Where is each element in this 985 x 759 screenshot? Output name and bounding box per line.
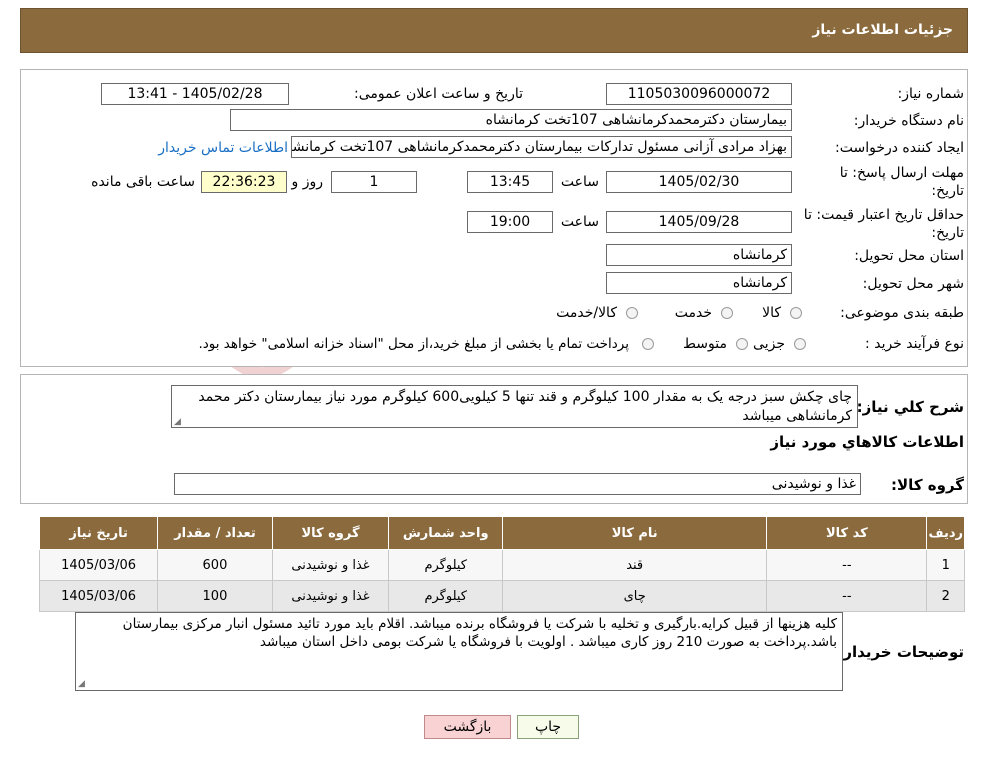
page-header: جزئیات اطلاعات نیاز <box>20 8 968 53</box>
remaining-label: ساعت باقی مانده <box>91 174 195 190</box>
category-goods-label: کالا <box>762 305 781 321</box>
col-row-number: ردیف <box>926 516 965 550</box>
province-field: کرمانشاه <box>606 244 792 266</box>
deadline-label-line1: مهلت ارسال پاسخ: تا <box>839 165 964 181</box>
cell-item-name: قند <box>502 549 768 581</box>
need-number-label: شماره نیاز: <box>897 86 965 102</box>
cell-unit: کیلوگرم <box>388 580 504 612</box>
cell-need-date: 1405/03/06 <box>38 549 159 581</box>
remaining-time-field: 22:36:23 <box>201 171 287 193</box>
summary-resize-grip[interactable]: ◢ <box>174 418 182 427</box>
col-item-name: نام کالا <box>502 516 768 550</box>
purchase-type-label: نوع فرآیند خرید : <box>865 336 964 352</box>
cell-item-code: -- <box>766 549 928 581</box>
cell-need-date: 1405/03/06 <box>38 580 159 612</box>
col-group: گروه کالا <box>271 516 390 550</box>
province-label: استان محل تحویل: <box>854 248 964 264</box>
goods-group-field: غذا و نوشیدنی <box>174 473 861 495</box>
cell-unit: کیلوگرم <box>388 549 504 581</box>
purchase-partial-label: جزیی <box>753 336 785 352</box>
purchase-note: پرداخت تمام یا بخشی از مبلغ خرید،از محل … <box>198 336 629 352</box>
deadline-label-line2: تاریخ: <box>931 183 964 199</box>
days-label: روز و <box>291 174 324 190</box>
purchase-medium-radio[interactable] <box>736 338 748 350</box>
category-goods-service-label: کالا/خدمت <box>556 305 617 321</box>
category-goods-service-radio[interactable] <box>626 307 638 319</box>
cell-item-code: -- <box>766 580 928 612</box>
need-number-field: 1105030096000072 <box>606 83 792 105</box>
items-table: ردیف کد کالا نام کالا واحد شمارش گروه کا… <box>38 516 965 612</box>
deadline-time-label: ساعت <box>560 174 599 190</box>
cell-group: غذا و نوشیدنی <box>271 580 390 612</box>
summary-label: شرح کلي نياز: <box>856 398 964 416</box>
purchase-medium-label: متوسط <box>683 336 727 352</box>
purchase-treasury-radio[interactable] <box>642 338 654 350</box>
announce-date-label: تاریخ و ساعت اعلان عمومی: <box>354 86 523 102</box>
creator-label: ایجاد کننده درخواست: <box>835 140 964 156</box>
table-row: 1 -- قند کیلوگرم غذا و نوشیدنی 600 1405/… <box>38 549 965 581</box>
page-title: جزئیات اطلاعات نیاز <box>812 22 953 38</box>
summary-text: چای چکش سبز درجه یک به مقدار 100 کیلوگرم… <box>171 385 858 428</box>
category-label: طبقه بندی موضوعی: <box>840 305 964 321</box>
cell-item-name: چای <box>502 580 768 612</box>
buyer-org-label: نام دستگاه خریدار: <box>853 113 964 129</box>
back-button[interactable]: بازگشت <box>424 715 511 739</box>
deadline-label: مهلت ارسال پاسخ: تا تاریخ: <box>840 164 964 200</box>
items-table-header: ردیف کد کالا نام کالا واحد شمارش گروه کا… <box>38 516 965 550</box>
col-item-code: کد کالا <box>766 516 928 550</box>
validity-label: حداقل تاریخ اعتبار قیمت: تا تاریخ: <box>804 206 964 242</box>
city-field: کرمانشاه <box>606 272 792 294</box>
buyer-contact-link[interactable]: اطلاعات تماس خریدار <box>158 140 288 156</box>
category-service-radio[interactable] <box>721 307 733 319</box>
cell-row-number: 1 <box>926 549 965 581</box>
validity-label-line2: تاریخ: <box>931 225 964 241</box>
goods-group-label: گروه کالا: <box>891 476 964 494</box>
notes-resize-grip[interactable]: ◢ <box>78 680 86 689</box>
validity-time-label: ساعت <box>560 214 599 230</box>
cell-quantity: 600 <box>157 549 273 581</box>
cell-quantity: 100 <box>157 580 273 612</box>
validity-date-field: 1405/09/28 <box>606 211 792 233</box>
purchase-partial-radio[interactable] <box>794 338 806 350</box>
items-section-title: اطلاعات کالاهاي مورد نياز <box>770 433 964 451</box>
cell-group: غذا و نوشیدنی <box>271 549 390 581</box>
cell-row-number: 2 <box>926 580 965 612</box>
category-service-label: خدمت <box>674 305 712 321</box>
city-label: شهر محل تحویل: <box>862 276 964 292</box>
buyer-notes-text: کلیه هزینها از قبیل کرایه.بارگیری و تخلی… <box>75 612 843 691</box>
validity-label-line1: حداقل تاریخ اعتبار قیمت: تا <box>803 207 964 223</box>
col-need-date: تاریخ نیاز <box>38 516 159 550</box>
buyer-org-field: بیمارستان دکترمحمدکرمانشاهی 107تخت کرمان… <box>230 109 792 131</box>
table-row: 2 -- چای کیلوگرم غذا و نوشیدنی 100 1405/… <box>38 580 965 612</box>
creator-field: بهزاد مرادی آزانی مسئول تداركات بیمارستا… <box>291 136 792 158</box>
announce-date-field: 1405/02/28 - 13:41 <box>101 83 289 105</box>
col-unit: واحد شمارش <box>388 516 504 550</box>
deadline-date-field: 1405/02/30 <box>606 171 792 193</box>
buyer-notes-label: توضیحات خریدار: <box>837 643 964 661</box>
col-quantity: تعداد / مقدار <box>157 516 273 550</box>
deadline-time-field: 13:45 <box>467 171 553 193</box>
print-button[interactable]: چاپ <box>517 715 579 739</box>
days-remaining-field: 1 <box>331 171 417 193</box>
validity-time-field: 19:00 <box>467 211 553 233</box>
category-goods-radio[interactable] <box>790 307 802 319</box>
